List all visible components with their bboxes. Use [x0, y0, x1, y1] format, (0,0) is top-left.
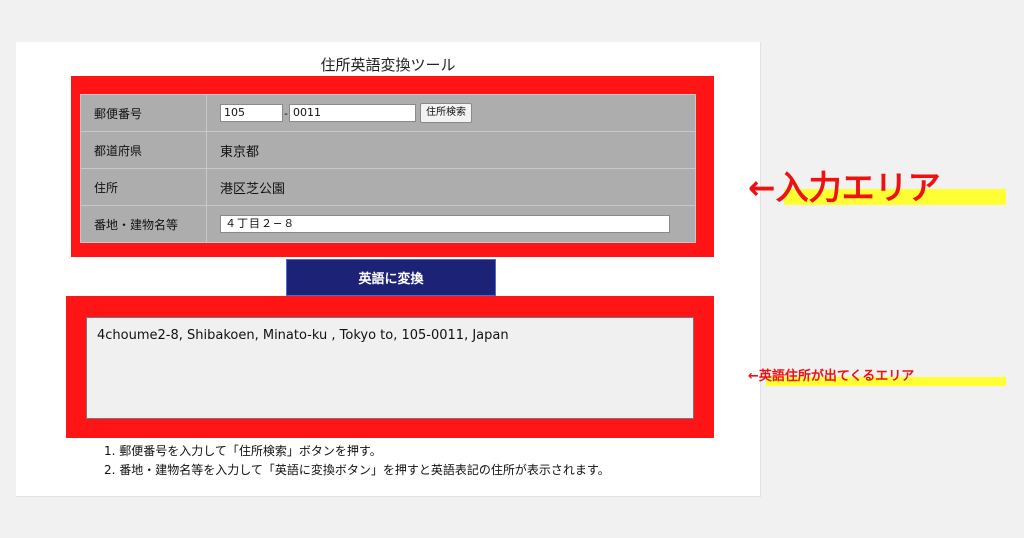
address-label: 住所	[80, 168, 207, 206]
convert-to-english-button[interactable]: 英語に変換	[286, 259, 496, 296]
postal-separator: -	[284, 106, 288, 120]
prefecture-label: 都道府県	[80, 131, 207, 169]
address-value: 港区芝公園	[206, 168, 696, 206]
postal-label: 郵便番号	[80, 94, 207, 132]
prefecture-value: 東京都	[206, 131, 696, 169]
postal-code-first-input[interactable]: 105	[220, 104, 283, 122]
output-area-callout: ←英語住所が出てくるエリア	[748, 365, 1010, 387]
english-address-output[interactable]: 4choume2-8, Shibakoen, Minato-ku , Tokyo…	[86, 317, 694, 419]
input-area-callout-text: ←入力エリア	[748, 168, 941, 207]
street-row: 番地・建物名等 ４丁目２−８	[80, 205, 696, 243]
street-label: 番地・建物名等	[80, 205, 207, 243]
postal-row: 郵便番号 105-0011 住所検索	[80, 94, 696, 132]
instructions-list: 1. 郵便番号を入力して「住所検索」ボタンを押す。 2. 番地・建物名等を入力し…	[104, 442, 610, 480]
postal-cell: 105-0011 住所検索	[206, 94, 696, 132]
street-cell: ４丁目２−８	[206, 205, 696, 243]
output-area-callout-text: ←英語住所が出てくるエリア	[748, 369, 915, 384]
input-area-callout: ←入力エリア	[748, 161, 1010, 207]
address-form: 郵便番号 105-0011 住所検索 都道府県 東京都 住所 港区芝公園 番地・建…	[80, 94, 696, 243]
prefecture-row: 都道府県 東京都	[80, 131, 696, 169]
street-building-input[interactable]: ４丁目２−８	[220, 215, 670, 233]
page-title: 住所英語変換ツール	[320, 56, 456, 74]
postal-code-second-input[interactable]: 0011	[288, 104, 416, 122]
instruction-item: 2. 番地・建物名等を入力して「英語に変換ボタン」を押すと英語表記の住所が表示さ…	[104, 463, 610, 477]
instruction-item: 1. 郵便番号を入力して「住所検索」ボタンを押す。	[104, 444, 382, 458]
address-search-button[interactable]: 住所検索	[419, 103, 472, 123]
address-row: 住所 港区芝公園	[80, 168, 696, 206]
